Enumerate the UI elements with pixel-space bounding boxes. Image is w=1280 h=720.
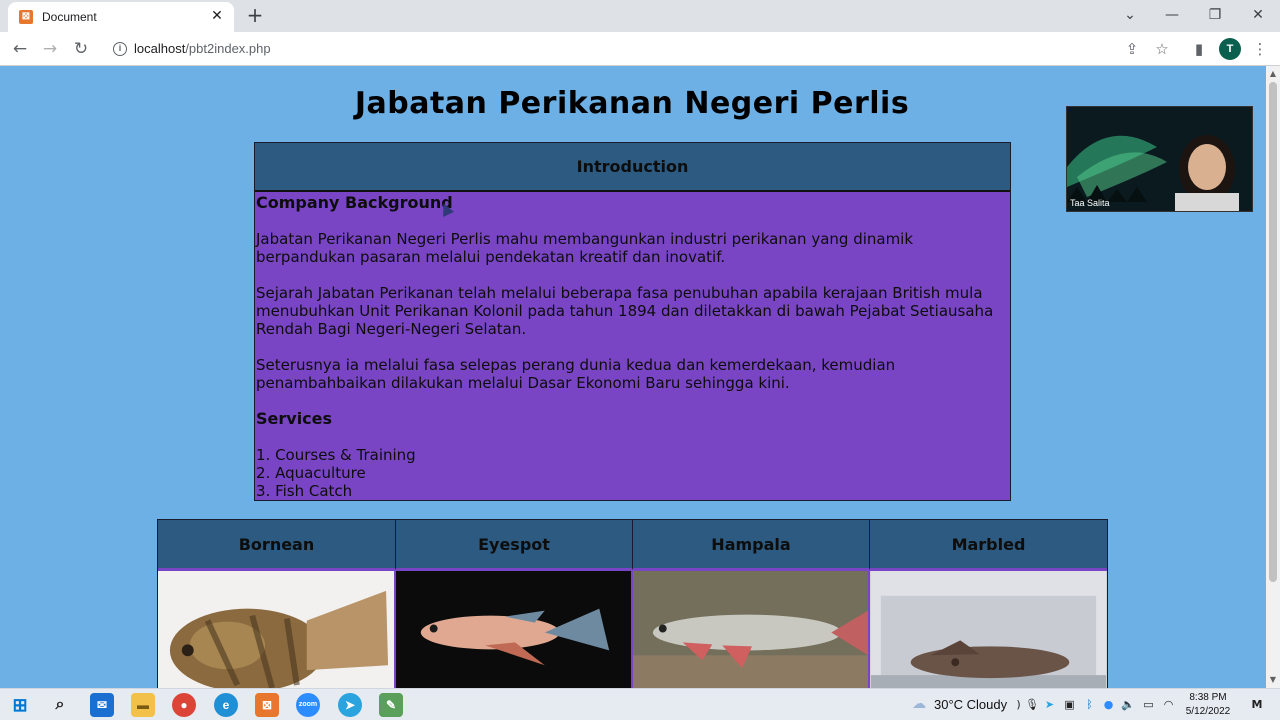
fish-header-bornean: Bornean xyxy=(158,520,396,570)
reload-icon[interactable]: ↻ xyxy=(70,38,92,60)
notification-icon[interactable]: M xyxy=(1249,698,1265,711)
battery-icon[interactable]: ▭ xyxy=(1142,698,1155,711)
tab-title: Document xyxy=(42,10,97,24)
scroll-thumb[interactable] xyxy=(1269,82,1277,582)
hampala-fish-image xyxy=(633,571,868,690)
url-path: /pbt2index.php xyxy=(185,41,271,56)
sidepanel-icon[interactable]: ▮ xyxy=(1189,39,1209,59)
paragraph-2: Sejarah Jabatan Perikanan telah melalui … xyxy=(256,284,994,338)
service-item: 1. Courses & Training xyxy=(256,446,416,464)
url-text: localhost/pbt2index.php xyxy=(134,41,271,56)
edge-icon[interactable]: e xyxy=(214,693,238,717)
microphone-icon[interactable]: 🎙 xyxy=(1025,698,1039,711)
fish-header-marbled: Marbled xyxy=(870,520,1107,570)
zoom-icon[interactable]: zoom xyxy=(296,693,320,717)
address-bar[interactable]: i localhost/pbt2index.php xyxy=(103,36,1179,62)
menu-icon[interactable]: ⋮ xyxy=(1250,39,1270,59)
close-icon[interactable]: ✕ xyxy=(1243,4,1273,26)
company-background-heading: Company Background xyxy=(256,193,453,212)
video-call-overlay[interactable]: Taa Salita xyxy=(1066,106,1253,212)
back-icon[interactable]: ← xyxy=(9,38,31,60)
star-icon[interactable]: ☆ xyxy=(1152,39,1172,59)
minimize-icon[interactable]: — xyxy=(1157,4,1187,26)
tray-icon[interactable]: ) xyxy=(1012,698,1025,711)
new-tab-button[interactable]: + xyxy=(244,4,266,26)
weather-text[interactable]: 30°C Cloudy xyxy=(934,697,1007,712)
chevron-down-icon[interactable]: ⌄ xyxy=(1115,4,1145,26)
cloud-icon: ☁ xyxy=(912,696,926,712)
video-feed xyxy=(1067,107,1252,211)
chrome-icon[interactable]: ● xyxy=(172,693,196,717)
bornean-fish-image xyxy=(158,571,394,690)
bluetooth-icon[interactable]: ᛒ xyxy=(1083,698,1096,711)
scroll-up-icon[interactable]: ▲ xyxy=(1268,69,1278,79)
introduction-body: Company Background Jabatan Perikanan Neg… xyxy=(255,192,1010,500)
notepad-icon[interactable]: ✎ xyxy=(379,693,403,717)
clock-date: 5/12/2022 xyxy=(1185,706,1231,717)
url-host: localhost xyxy=(134,41,186,56)
fish-image-marbled xyxy=(870,570,1107,690)
fish-image-bornean xyxy=(158,570,396,690)
speaker-icon[interactable]: 🔈 xyxy=(1121,698,1135,711)
clock[interactable]: 8:38 PM 5/12/2022 xyxy=(1180,691,1236,719)
info-icon[interactable]: i xyxy=(113,42,127,56)
restore-icon[interactable]: ❐ xyxy=(1200,4,1230,26)
windows-taskbar: ⊞ ⌕ ✉ ▬ ● e ⊠ zoom ➤ ✎ ☁ 30°C Cloudy ) 🎙… xyxy=(0,688,1280,720)
tab-document[interactable]: ⊠ Document ✕ xyxy=(8,2,234,32)
telegram-tray-icon[interactable]: ➤ xyxy=(1043,698,1056,711)
services-list: 1. Courses & Training 2. Aquaculture 3. … xyxy=(256,446,1009,500)
wifi-icon[interactable]: ◠ xyxy=(1162,698,1175,711)
paragraph-1: Jabatan Perikanan Negeri Perlis mahu mem… xyxy=(256,230,914,266)
telegram-icon[interactable]: ➤ xyxy=(338,693,362,717)
service-item: 3. Fish Catch xyxy=(256,482,353,500)
fish-image-hampala xyxy=(633,570,870,690)
fish-header-eyespot: Eyespot xyxy=(396,520,633,570)
mail-icon[interactable]: ✉ xyxy=(90,693,114,717)
participant-name: Taa Salita xyxy=(1070,198,1110,208)
scroll-down-icon[interactable]: ▼ xyxy=(1268,675,1278,685)
windows-icon[interactable]: ⊞ xyxy=(8,693,32,717)
tab-bar: ⊠ Document ✕ + ⌄ — ❐ ✕ xyxy=(0,0,1280,32)
browser-toolbar: ← → ↻ i localhost/pbt2index.php ⇪ ☆ ▮ ⋮ xyxy=(0,32,1280,66)
storage-icon[interactable]: ▣ xyxy=(1063,698,1076,711)
service-item: 2. Aquaculture xyxy=(256,464,366,482)
profile-avatar[interactable]: T xyxy=(1219,38,1241,60)
fish-image-eyespot xyxy=(396,570,633,690)
fish-table: Bornean Eyespot Hampala Marbled xyxy=(157,519,1108,690)
services-heading: Services xyxy=(256,409,333,428)
search-icon[interactable]: ⌕ xyxy=(48,693,72,717)
xampp-icon[interactable]: ⊠ xyxy=(255,693,279,717)
paragraph-3: Seterusnya ia melalui fasa selepas peran… xyxy=(256,356,896,392)
page-scrollbar[interactable]: ▲ ▼ xyxy=(1266,66,1280,688)
eyespot-fish-image xyxy=(396,571,631,690)
marbled-fish-image xyxy=(870,571,1107,690)
introduction-header: Introduction xyxy=(255,143,1010,192)
share-icon[interactable]: ⇪ xyxy=(1122,39,1142,59)
zoom-tray-icon[interactable]: ● xyxy=(1102,698,1115,711)
introduction-table: Introduction Company Background Jabatan … xyxy=(254,142,1011,501)
clock-time: 8:38 PM xyxy=(1189,692,1227,703)
fish-header-hampala: Hampala xyxy=(633,520,870,570)
file-explorer-icon[interactable]: ▬ xyxy=(131,693,155,717)
tab-close-icon[interactable]: ✕ xyxy=(208,7,226,25)
xampp-favicon-icon: ⊠ xyxy=(19,10,33,24)
forward-icon[interactable]: → xyxy=(39,38,61,60)
